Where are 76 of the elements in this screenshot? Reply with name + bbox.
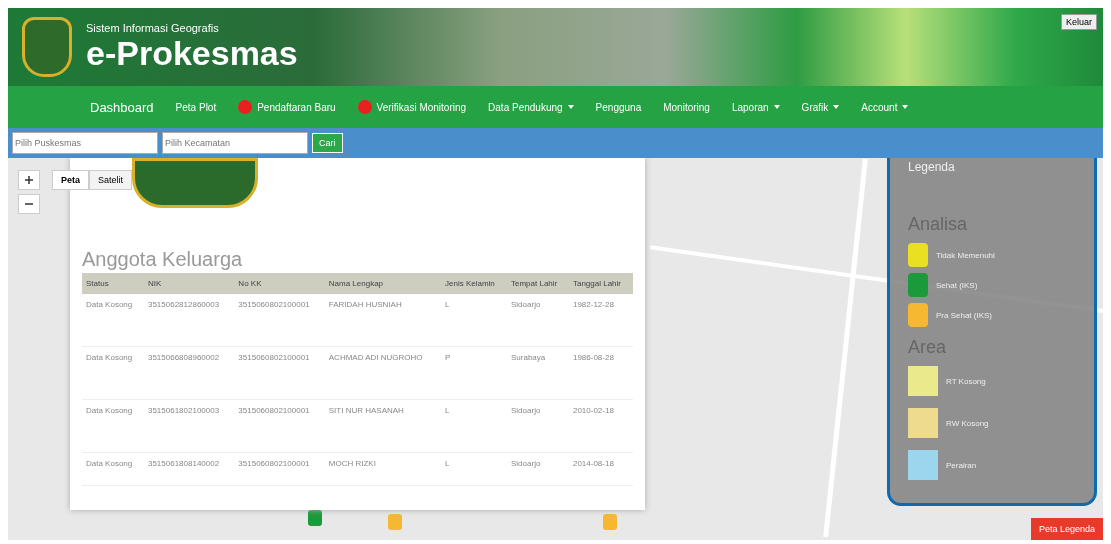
table-cell: 2010-02-18 bbox=[568, 399, 633, 453]
nav-item[interactable]: Pengguna bbox=[595, 101, 642, 113]
table-cell: 3515061802100003 bbox=[143, 399, 235, 453]
map-marker-icon bbox=[603, 514, 617, 530]
nav-item[interactable]: Dashboard bbox=[90, 99, 154, 115]
emblem-icon bbox=[132, 158, 258, 208]
column-header: Status bbox=[82, 273, 144, 294]
legend-label: Perairan bbox=[946, 460, 977, 470]
table-cell: Data Kosong bbox=[82, 399, 144, 453]
table-cell: P bbox=[441, 346, 507, 400]
table-cell: Data Kosong bbox=[82, 294, 144, 347]
table-cell: Surabaya bbox=[507, 346, 569, 400]
nav-item[interactable]: Account bbox=[861, 101, 909, 113]
table-cell: 1986-08-28 bbox=[568, 346, 633, 400]
column-header: Tanggal Lahir bbox=[568, 273, 633, 294]
column-header: NIK bbox=[143, 273, 235, 294]
map-marker-icon bbox=[388, 514, 402, 530]
popup-title: Anggota Keluarga bbox=[82, 248, 244, 271]
column-header: Tempat Lahir bbox=[507, 273, 569, 294]
nav-item[interactable]: Laporan bbox=[731, 101, 780, 113]
table-cell: MOCH RIZKI bbox=[324, 452, 441, 486]
table-cell: 3515066808960002 bbox=[143, 346, 235, 400]
nav-item[interactable]: Peta Plot bbox=[175, 101, 217, 113]
nav-item[interactable]: Pendaftaran Baru bbox=[238, 100, 336, 114]
table-cell: 2014-08-18 bbox=[568, 452, 633, 486]
table-cell: L bbox=[441, 294, 507, 347]
table-cell: 1982-12-28 bbox=[568, 294, 633, 347]
column-header: Nama Lengkap bbox=[324, 273, 441, 294]
legend-label: RW Kosong bbox=[946, 418, 989, 428]
table-cell: Data Kosong bbox=[82, 452, 144, 486]
search-button[interactable]: Cari bbox=[312, 133, 343, 153]
notification-dot-icon bbox=[357, 100, 372, 114]
table-cell: 3515060802100001 bbox=[234, 452, 325, 486]
zoom-out-button[interactable] bbox=[18, 194, 40, 214]
table-cell: Sidoarjo bbox=[507, 294, 569, 347]
logo-icon bbox=[22, 17, 72, 77]
site-title: e-Prokesmas bbox=[86, 33, 298, 73]
select-field[interactable]: Pilih Kecamatan bbox=[162, 132, 308, 154]
column-header: No KK bbox=[234, 273, 325, 294]
legend-label: RT Kosong bbox=[946, 376, 986, 386]
legend-button[interactable]: Peta Legenda bbox=[1030, 518, 1103, 540]
legend-label: Tidak Memenuhi bbox=[936, 250, 995, 260]
table-cell: 3515060802100001 bbox=[234, 294, 325, 347]
caret-icon bbox=[567, 105, 574, 109]
table-cell: 3515060802100001 bbox=[234, 399, 325, 453]
nav-item[interactable]: Grafik bbox=[801, 101, 840, 113]
table-cell: Data Kosong bbox=[82, 346, 144, 400]
select-field[interactable]: Pilih Puskesmas bbox=[12, 132, 158, 154]
caret-icon bbox=[773, 105, 780, 109]
caret-icon bbox=[902, 105, 909, 109]
table-cell: Sidoarjo bbox=[507, 452, 569, 486]
table-cell: SITI NUR HASANAH bbox=[324, 399, 441, 453]
table-cell: L bbox=[441, 399, 507, 453]
caret-icon bbox=[833, 105, 840, 109]
legend-label: Pra Sehat (IKS) bbox=[936, 310, 993, 320]
table-cell: L bbox=[441, 452, 507, 486]
plus-icon bbox=[25, 175, 33, 184]
table-cell: 3515062812860003 bbox=[143, 294, 235, 347]
nav-item[interactable]: Monitoring bbox=[663, 101, 710, 113]
site-subtitle: Sistem Informasi Geografis bbox=[86, 21, 220, 34]
table-cell: ACHMAD ADI NUGROHO bbox=[324, 346, 441, 400]
zoom-in-button[interactable] bbox=[18, 170, 40, 190]
nav-item[interactable]: Verifikasi Monitoring bbox=[357, 100, 467, 114]
table-cell: Sidoarjo bbox=[507, 399, 569, 453]
table-cell: FARIDAH HUSNIAH bbox=[324, 294, 441, 347]
logout-button[interactable]: Keluar bbox=[1061, 14, 1097, 30]
table-cell: 3515060802100001 bbox=[234, 346, 325, 400]
map-type-tab[interactable]: Satelit bbox=[89, 170, 133, 190]
map-marker-icon bbox=[308, 510, 322, 526]
legend-title: Legenda bbox=[908, 160, 956, 174]
map-type-tab[interactable]: Peta bbox=[52, 170, 89, 190]
table-cell: 3515061808140002 bbox=[143, 452, 235, 486]
notification-dot-icon bbox=[238, 100, 253, 114]
legend-label: Sehat (IKS) bbox=[936, 280, 978, 290]
column-header: Jenis Kelamin bbox=[441, 273, 507, 294]
nav-item[interactable]: Data Pendukung bbox=[488, 101, 574, 113]
